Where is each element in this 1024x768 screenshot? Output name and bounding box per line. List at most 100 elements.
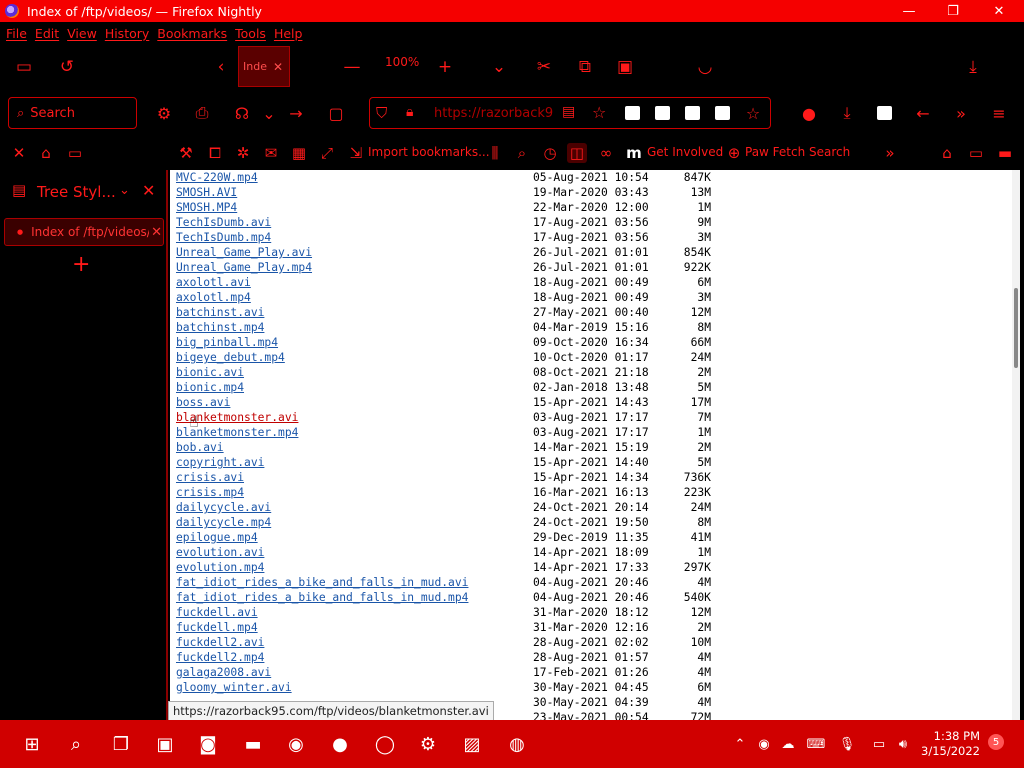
hamburger-menu-icon[interactable]: ≡	[988, 102, 1010, 124]
close-window-button[interactable]: ✕	[976, 0, 1022, 22]
copy-icon[interactable]: ⧉	[574, 56, 596, 78]
ublock-icon[interactable]: ●	[798, 102, 820, 124]
opera-icon[interactable]: ◯	[369, 728, 401, 760]
get-involved-link[interactable]: Get Involved	[647, 145, 723, 159]
file-explorer-icon[interactable]: ▬	[237, 728, 269, 760]
tab-scroll-left-icon[interactable]: ‹	[210, 56, 232, 78]
file-link[interactable]: fuckdell.mp4	[176, 620, 258, 635]
file-link[interactable]: fuckdell2.avi	[176, 635, 264, 650]
new-tab-plus-icon[interactable]: +	[72, 252, 90, 277]
clock-icon[interactable]: ◷	[540, 143, 560, 163]
file-link[interactable]: Unreal_Game_Play.avi	[176, 245, 312, 260]
menu-view[interactable]: View	[67, 26, 97, 41]
microphone-icon[interactable]: 🎙︎	[837, 734, 857, 754]
close-sidebar-icon[interactable]: ✕	[9, 143, 29, 163]
file-link[interactable]: evolution.avi	[176, 545, 264, 560]
sidebar-tab-close-icon[interactable]: ✕	[151, 225, 162, 240]
folder-icon[interactable]: ▭	[65, 143, 85, 163]
menu-history[interactable]: History	[105, 26, 149, 41]
cut-icon[interactable]: ✂	[533, 56, 555, 78]
notification-badge[interactable]: 5	[988, 734, 1004, 750]
file-link[interactable]: fat_idiot_rides_a_bike_and_falls_in_mud.…	[176, 590, 468, 605]
steam-icon[interactable]: ⚙	[412, 728, 444, 760]
sidebar-dropdown-icon[interactable]: ⌄	[119, 183, 130, 198]
file-link[interactable]: SMOSH.MP4	[176, 200, 237, 215]
reader-box-icon[interactable]: ▢	[325, 102, 347, 124]
file-link[interactable]: gloomy_winter.avi	[176, 680, 292, 695]
sidebar-title[interactable]: Tree Styl...	[37, 183, 116, 201]
file-link[interactable]: dailycycle.avi	[176, 500, 271, 515]
zoom-out-icon[interactable]: —	[341, 56, 363, 78]
network-icon[interactable]: ▭	[869, 734, 889, 754]
menu-help[interactable]: Help	[274, 26, 303, 41]
close-tab-icon[interactable]: ✕	[273, 60, 283, 74]
lock-icon[interactable]: 🔒︎	[406, 104, 413, 120]
file-link[interactable]: SMOSH.AVI	[176, 185, 237, 200]
file-link[interactable]: copyright.avi	[176, 455, 264, 470]
file-link[interactable]: Unreal_Game_Play.mp4	[176, 260, 312, 275]
puzzle-icon[interactable]: ⧠	[205, 143, 225, 163]
start-windows-icon[interactable]: ⊞	[16, 728, 48, 760]
bookmark-menu-icon[interactable]: ⌂	[36, 143, 56, 163]
extension-download2-icon[interactable]	[655, 106, 670, 120]
file-link[interactable]: bigeye_debut.mp4	[176, 350, 285, 365]
file-link[interactable]: batchinst.avi	[176, 305, 264, 320]
headphones-icon[interactable]: ☊	[231, 102, 253, 124]
tray-chrome-icon[interactable]: ◉	[754, 734, 774, 754]
taskbar-search-icon[interactable]: ⌕	[60, 728, 92, 760]
extension-notes-icon[interactable]	[715, 106, 730, 120]
maximize-button[interactable]: ❐	[930, 0, 976, 22]
mail-icon[interactable]: ✉	[261, 143, 281, 163]
chrome-icon[interactable]: ◉	[280, 728, 312, 760]
widgets-icon[interactable]: ▣	[149, 728, 181, 760]
file-link[interactable]: axolotl.avi	[176, 275, 251, 290]
file-link[interactable]: epilogue.mp4	[176, 530, 258, 545]
screen-icon[interactable]: ▭	[966, 143, 986, 163]
url-bar[interactable]: ⛉ 🔒︎ https://razorback95.com/ftp/videos/…	[369, 97, 771, 129]
chevron-down-icon[interactable]: ⌄	[488, 56, 510, 78]
dropdown-chevron-icon[interactable]: ⌄	[258, 102, 280, 124]
extension-blank-icon[interactable]	[877, 106, 892, 120]
scrollbar-thumb[interactable]	[1014, 288, 1018, 368]
paste-icon[interactable]: ▣	[614, 56, 636, 78]
sidebar-toggle-icon[interactable]: ◫	[567, 143, 587, 163]
sidebar-close-icon[interactable]: ✕	[142, 181, 155, 200]
teams-chat-icon[interactable]: ◙	[192, 728, 224, 760]
file-link[interactable]: axolotl.mp4	[176, 290, 251, 305]
calendar-icon[interactable]: ▦	[289, 143, 309, 163]
extension-record-icon[interactable]	[685, 106, 700, 120]
overflow-chevron-icon[interactable]: »	[950, 102, 972, 124]
file-link[interactable]: dailycycle.mp4	[176, 515, 271, 530]
file-link[interactable]: fat_idiot_rides_a_bike_and_falls_in_mud.…	[176, 575, 468, 590]
paw-fetch-search-link[interactable]: Paw Fetch Search	[745, 145, 850, 159]
window-icon[interactable]: ▭	[13, 56, 35, 78]
photos-icon[interactable]: ▨	[456, 728, 488, 760]
star-icon[interactable]: ☆	[592, 103, 606, 122]
zoom-level[interactable]: 100%	[385, 55, 419, 69]
fullscreen-icon[interactable]: ⤢	[317, 143, 337, 163]
tray-overflow-icon[interactable]: ⌃	[730, 734, 750, 754]
zoom-in-icon[interactable]: +	[434, 56, 456, 78]
file-link[interactable]: TechIsDumb.mp4	[176, 230, 271, 245]
history-icon[interactable]: ↺	[56, 56, 78, 78]
file-link[interactable]: crisis.avi	[176, 470, 244, 485]
search-box[interactable]: ⌕ Search	[8, 97, 137, 129]
file-link[interactable]: TechIsDumb.avi	[176, 215, 271, 230]
bookmark-star-icon[interactable]: ☆	[742, 102, 764, 124]
m-logo-icon[interactable]: m	[624, 143, 644, 163]
print-icon[interactable]: ⎙	[191, 102, 213, 124]
extension-download-icon[interactable]	[625, 106, 640, 120]
active-tab[interactable]: Inde ✕	[238, 46, 290, 87]
keyboard-icon[interactable]: ⌨	[806, 734, 826, 754]
url-text[interactable]: https://razorback95.com/ftp/videos/	[434, 106, 554, 121]
firefox-nightly-icon[interactable]: ●	[324, 728, 356, 760]
menu-tools[interactable]: Tools	[235, 26, 266, 41]
menu-bookmarks[interactable]: Bookmarks	[157, 26, 227, 41]
back-arrow-icon[interactable]: ←	[912, 102, 934, 124]
chat-icon[interactable]: ▬	[995, 143, 1015, 163]
spotify-icon[interactable]: ◍	[501, 728, 533, 760]
file-link[interactable]: bob.avi	[176, 440, 224, 455]
volume-icon[interactable]: 🔊︎	[893, 734, 913, 754]
reader-view-icon[interactable]: ▤	[562, 104, 575, 120]
pocket-icon[interactable]: ◡	[694, 56, 716, 78]
